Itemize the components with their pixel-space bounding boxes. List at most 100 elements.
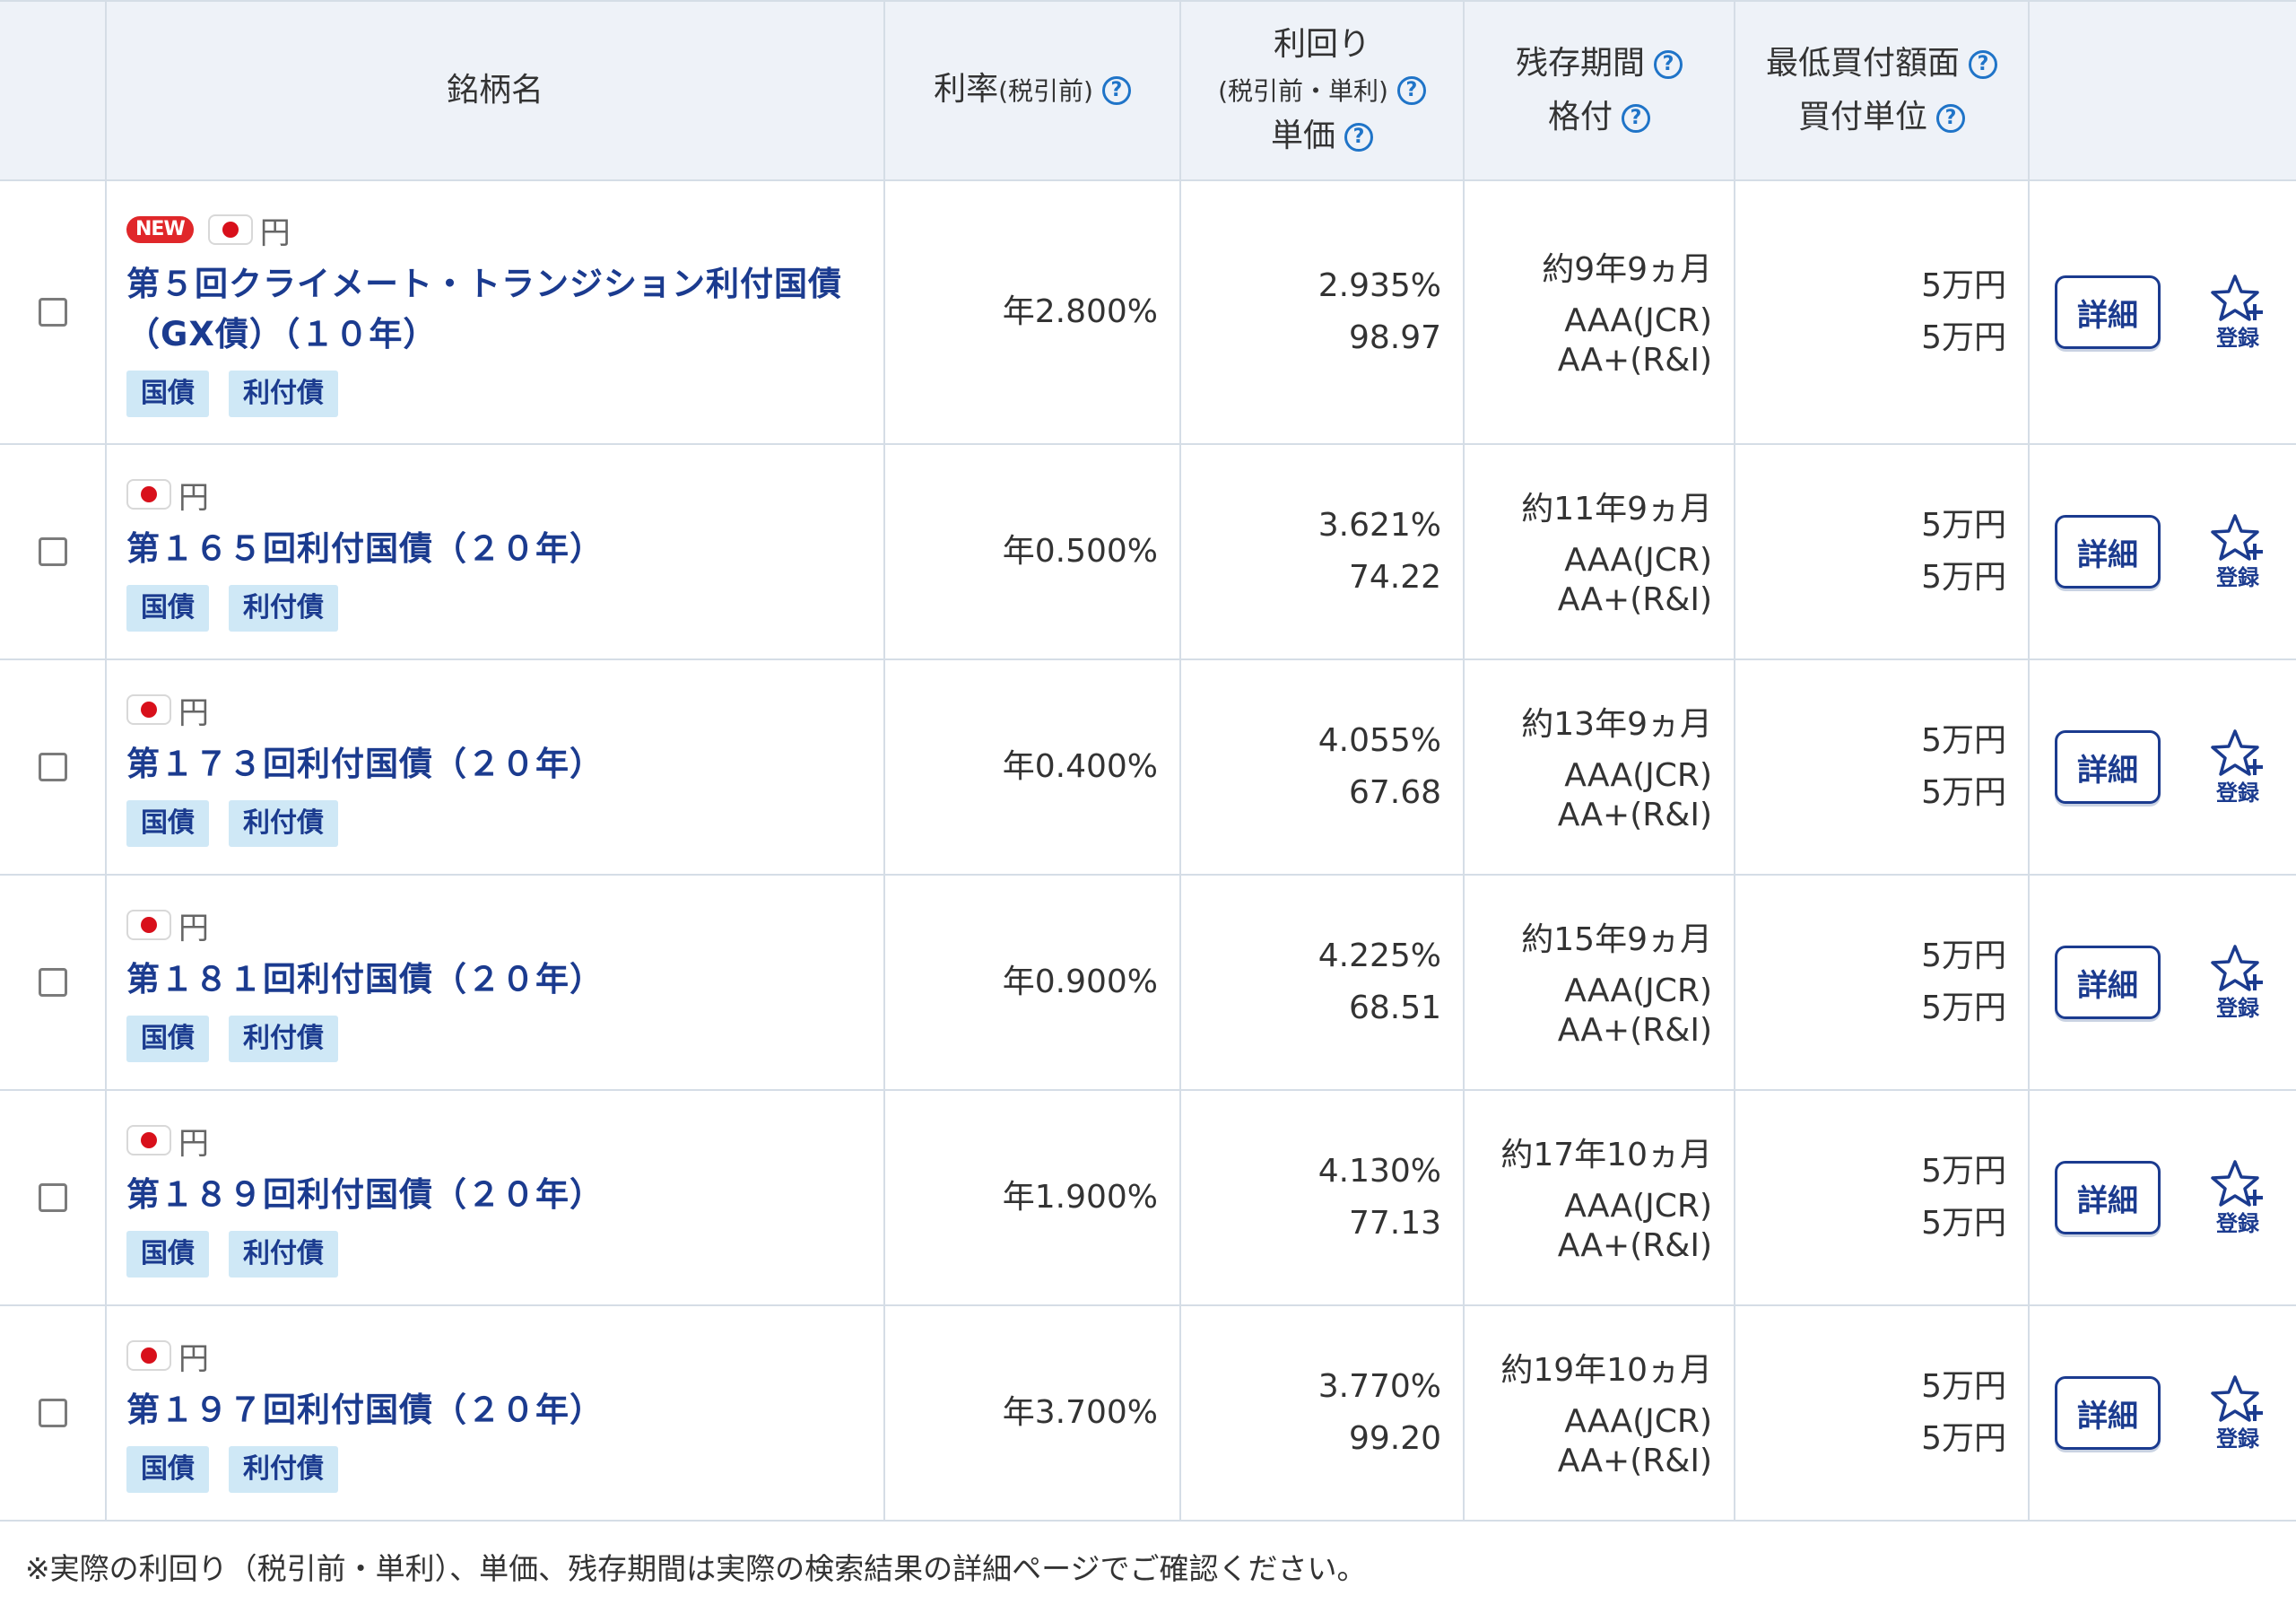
row-checkbox[interactable] [38, 1183, 67, 1212]
select-cell [0, 180, 106, 445]
favorite-button[interactable]: 登録 [2202, 274, 2274, 351]
currency-label: 円 [178, 1340, 209, 1377]
japan-flag-icon [126, 1125, 171, 1155]
bond-flags: 円 [126, 472, 883, 517]
actions-cell: 詳細 登録 [2028, 1090, 2296, 1306]
min-amount-value: 5万円 [1921, 937, 2006, 974]
bond-name-link[interactable]: 第１９７回利付国債（２０年） [126, 1385, 883, 1435]
favorite-button[interactable]: 登録 [2202, 944, 2274, 1021]
bond-name-link[interactable]: 第１６５回利付国債（２０年） [126, 524, 883, 574]
help-icon[interactable]: ? [1101, 76, 1131, 105]
row-checkbox[interactable] [38, 298, 67, 327]
row-checkbox[interactable] [38, 537, 67, 566]
rating-jcr: AAA(JCR) [1564, 542, 1712, 579]
detail-button[interactable]: 詳細 [2055, 730, 2161, 804]
yield-value: 4.225% [1318, 937, 1441, 974]
rate-cell: 年2.800% [883, 180, 1180, 445]
row-checkbox[interactable] [38, 968, 67, 997]
maturity-value: 約13年9ヵ月 [1521, 706, 1712, 743]
select-cell [0, 444, 106, 660]
help-icon[interactable]: ? [1654, 50, 1683, 79]
bond-flags: NEW 円 [126, 207, 883, 252]
bond-name-line1: 第１８９回利付国債（２０年） [126, 1175, 604, 1214]
bond-tags: 国債 利付債 [126, 585, 883, 632]
bond-rows: NEW 円 第５回クライメート・トランジション利付国債 （GX債）（１０年） 国… [0, 180, 2296, 1522]
maturity-rating-cell: 約11年9ヵ月 AAA(JCR) AA+(R&I) [1463, 444, 1735, 660]
select-cell [0, 875, 106, 1091]
help-icon[interactable]: ? [1969, 50, 1997, 79]
help-icon[interactable]: ? [1936, 104, 1965, 133]
select-cell [0, 1090, 106, 1306]
header-yield-price: 利回り (税引前・単利)? 単価? [1179, 0, 1464, 181]
detail-button[interactable]: 詳細 [2055, 1161, 2161, 1234]
favorite-button[interactable]: 登録 [2202, 1374, 2274, 1452]
rate-value: 年1.900% [1002, 1179, 1158, 1216]
bond-name-cell: 円 第１９７回利付国債（２０年） 国債 利付債 [105, 1305, 884, 1522]
bond-flags: 円 [126, 1333, 883, 1378]
rate-cell: 年0.400% [883, 659, 1180, 876]
favorite-label: 登録 [2216, 565, 2259, 590]
min-amount-cell: 5万円 5万円 [1734, 1305, 2029, 1522]
bond-flags: 円 [126, 1118, 883, 1163]
detail-button[interactable]: 詳細 [2055, 946, 2161, 1019]
rating-jcr: AAA(JCR) [1564, 1188, 1712, 1225]
bond-name-link[interactable]: 第１７３回利付国債（２０年） [126, 739, 883, 789]
yield-price-cell: 3.621% 74.22 [1179, 444, 1464, 660]
unit-value: 5万円 [1921, 990, 2006, 1026]
header-name: 銘柄名 [105, 0, 884, 181]
bond-tags: 国債 利付債 [126, 800, 883, 847]
tag-government-bond: 国債 [126, 585, 209, 632]
favorite-button[interactable]: 登録 [2202, 513, 2274, 590]
bond-flags: 円 [126, 687, 883, 732]
min-amount-value: 5万円 [1921, 1368, 2006, 1405]
bond-name-link[interactable]: 第５回クライメート・トランジション利付国債 （GX債）（１０年） [126, 259, 883, 360]
favorite-button[interactable]: 登録 [2202, 728, 2274, 806]
bond-name-line2: （GX債）（１０年） [126, 315, 438, 353]
table-row: 円 第１９７回利付国債（２０年） 国債 利付債 年3.700% 3.770% 9… [0, 1305, 2296, 1522]
bond-list-page: 銘柄名 利率(税引前)? 利回り (税引前・単利)? 単価? 残存期間 ? 格付… [0, 0, 2296, 1622]
star-plus-icon [2211, 945, 2263, 991]
min-amount-cell: 5万円 5万円 [1734, 659, 2029, 876]
tag-coupon-bond: 利付債 [229, 1446, 338, 1493]
detail-button[interactable]: 詳細 [2055, 275, 2161, 349]
bond-tags: 国債 利付債 [126, 1231, 883, 1278]
rate-cell: 年3.700% [883, 1305, 1180, 1522]
detail-button[interactable]: 詳細 [2055, 515, 2161, 589]
favorite-button[interactable]: 登録 [2202, 1159, 2274, 1236]
header-actions [2028, 0, 2296, 181]
help-icon[interactable]: ? [1344, 123, 1373, 152]
bond-name-link[interactable]: 第１８１回利付国債（２０年） [126, 955, 883, 1005]
maturity-value: 約11年9ヵ月 [1521, 491, 1712, 528]
rating-ri: AA+(R&I) [1557, 1227, 1712, 1264]
rate-value: 年2.800% [1002, 293, 1158, 330]
yield-value: 3.621% [1318, 507, 1441, 544]
japan-flag-icon [126, 479, 171, 510]
yield-price-cell: 4.225% 68.51 [1179, 875, 1464, 1091]
yield-value: 3.770% [1318, 1368, 1441, 1405]
header-unit-label: 買付単位 [1797, 99, 1927, 135]
header-name-label: 銘柄名 [446, 72, 544, 109]
bond-name-cell: 円 第１８９回利付国債（２０年） 国債 利付債 [105, 1090, 884, 1306]
help-icon[interactable]: ? [1622, 104, 1650, 133]
currency-label: 円 [178, 479, 209, 516]
maturity-value: 約19年10ヵ月 [1500, 1352, 1712, 1389]
detail-button[interactable]: 詳細 [2055, 1376, 2161, 1450]
row-checkbox[interactable] [38, 1399, 67, 1427]
bond-name-link[interactable]: 第１８９回利付国債（２０年） [126, 1170, 883, 1220]
rate-cell: 年0.500% [883, 444, 1180, 660]
currency-label: 円 [178, 910, 209, 946]
min-amount-cell: 5万円 5万円 [1734, 875, 2029, 1091]
favorite-label: 登録 [2216, 326, 2259, 351]
currency-label: 円 [178, 1125, 209, 1162]
price-value: 68.51 [1348, 990, 1441, 1026]
unit-value: 5万円 [1921, 1420, 2006, 1457]
rate-value: 年3.700% [1002, 1394, 1158, 1431]
header-rate-sub: (税引前) [998, 76, 1093, 106]
bond-tags: 国債 利付債 [126, 1016, 883, 1062]
bond-name-cell: 円 第１８１回利付国債（２０年） 国債 利付債 [105, 875, 884, 1091]
row-checkbox[interactable] [38, 753, 67, 781]
help-icon[interactable]: ? [1396, 76, 1426, 105]
bond-name-cell: 円 第１７３回利付国債（２０年） 国債 利付債 [105, 659, 884, 876]
rate-cell: 年1.900% [883, 1090, 1180, 1306]
actions-cell: 詳細 登録 [2028, 444, 2296, 660]
